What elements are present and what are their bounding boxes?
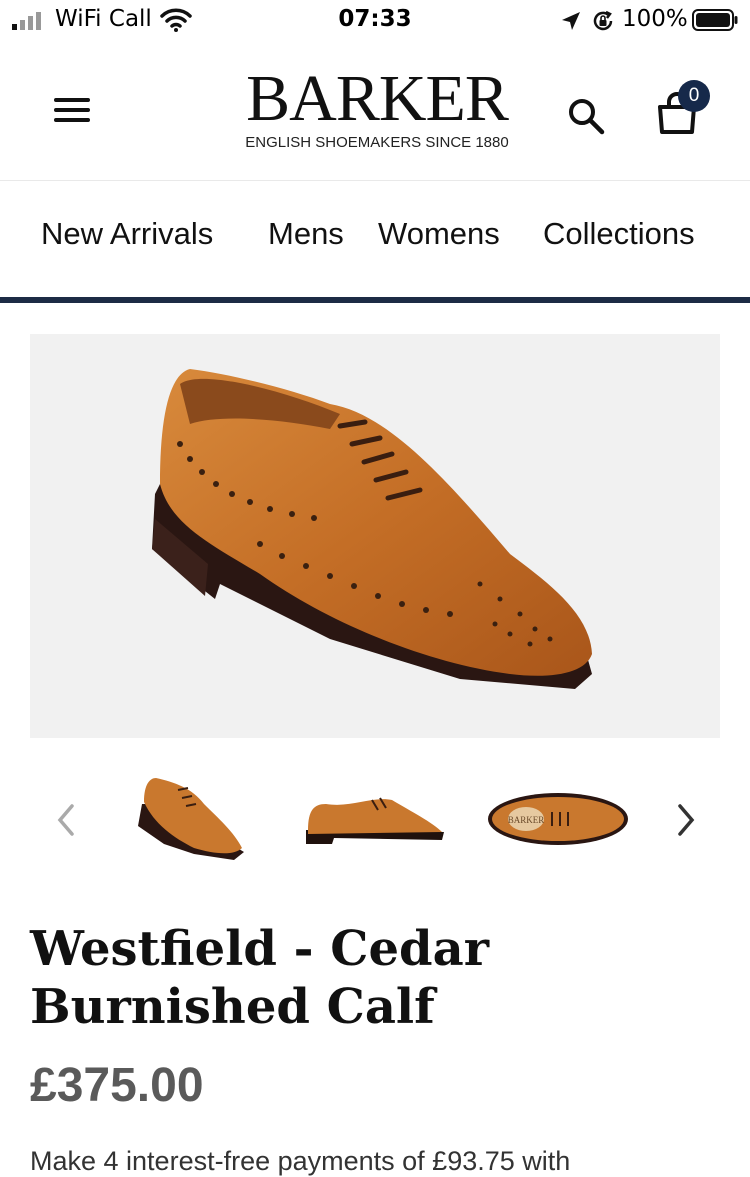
thumbnail-three-quarter[interactable]: [134, 774, 248, 862]
nav-new-arrivals[interactable]: New Arrivals: [41, 216, 213, 252]
chevron-left-icon[interactable]: [50, 800, 80, 840]
brand-name: BARKER: [246, 62, 509, 135]
battery-icon: [692, 9, 738, 31]
nav-mens[interactable]: Mens: [268, 216, 344, 252]
shoe-illustration: [152, 369, 592, 689]
menu-button[interactable]: [54, 98, 92, 128]
rotation-lock-icon: [593, 10, 613, 31]
chevron-right-icon[interactable]: [672, 800, 702, 840]
status-bar: WiFi Call 07:33 100%: [0, 0, 750, 42]
nav-womens[interactable]: Womens: [378, 216, 500, 252]
product-main-image[interactable]: [30, 334, 720, 738]
brand-logo[interactable]: BARKER ENGLISH SHOEMAKERS SINCE 1880: [222, 62, 532, 152]
location-icon: [562, 12, 580, 30]
nav-collections[interactable]: Collections: [543, 216, 695, 252]
brand-tagline: ENGLISH SHOEMAKERS SINCE 1880: [245, 134, 509, 151]
menu-icon: [54, 98, 90, 102]
bag-count-badge: 0: [678, 80, 710, 112]
product-title: Westfield - Cedar Burnished Calf: [30, 921, 489, 1035]
thumbnail-side[interactable]: [302, 790, 448, 848]
main-nav: New Arrivals Mens Womens Collections: [0, 181, 750, 297]
thumbnail-top[interactable]: BARKER: [486, 790, 632, 848]
site-header: BARKER ENGLISH SHOEMAKERS SINCE 1880 0: [0, 42, 750, 181]
battery-percent: 100%: [622, 6, 688, 32]
nav-divider: [0, 297, 750, 303]
product-price: £375.00: [30, 1059, 204, 1112]
thumbnail-insole-text: BARKER: [508, 815, 545, 825]
search-icon[interactable]: [566, 96, 606, 136]
